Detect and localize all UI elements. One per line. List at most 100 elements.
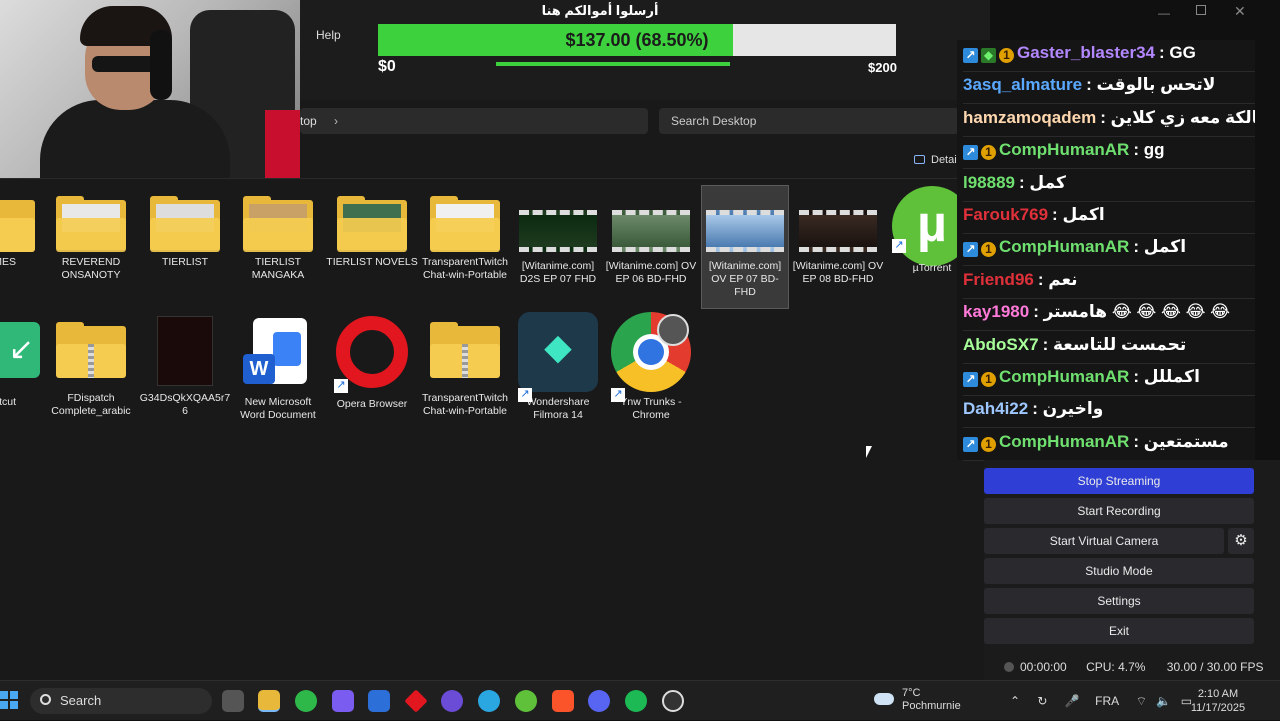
- chat-separator: :: [1158, 43, 1170, 62]
- desktop-item[interactable]: MES: [0, 196, 46, 269]
- donation-progress-bar: $137.00 (68.50%): [378, 24, 896, 56]
- video-file-icon: [519, 210, 597, 252]
- chat-username[interactable]: CompHumanAR: [999, 367, 1129, 386]
- chevron-right-icon[interactable]: ›: [334, 114, 338, 128]
- desktop-item[interactable]: G34DsQkXQAA5r76: [139, 316, 231, 418]
- taskbar-search[interactable]: Search: [30, 688, 212, 714]
- chat-username[interactable]: AbdoSX7: [963, 335, 1039, 354]
- taskbar: Search 7°C Pochmurnie ⌃ ↻ 🎤 FRA ⌔ 🔈 ▭ 2:…: [0, 680, 1280, 720]
- app-icon-red[interactable]: [404, 689, 428, 713]
- chat-username[interactable]: Dah4i22: [963, 399, 1028, 418]
- desktop-item[interactable]: TIERLIST MANGAKA: [232, 196, 324, 282]
- filmora-icon: ◆: [518, 312, 598, 392]
- chat-username[interactable]: hamzamoqadem: [963, 108, 1096, 127]
- chat-text: مستمتعين: [1143, 431, 1229, 451]
- windows-start-icon[interactable]: [0, 691, 18, 709]
- prime-badge-icon: ↗: [963, 48, 978, 63]
- donation-sub-bar: [496, 62, 730, 66]
- close-icon[interactable]: ✕: [1234, 3, 1246, 20]
- gear-icon[interactable]: ⚙: [1228, 528, 1254, 554]
- prime-badge-icon: ↗: [963, 372, 978, 387]
- webcam-overlay: [0, 0, 300, 178]
- store-icon[interactable]: [368, 690, 390, 712]
- minimize-icon[interactable]: —: [1158, 6, 1170, 20]
- obs-icon[interactable]: [662, 690, 684, 712]
- desktop-item[interactable]: ↗ Ynw Trunks - Chrome: [605, 312, 697, 422]
- chat-username[interactable]: Friend96: [963, 270, 1034, 289]
- status-time: 00:00:00: [1020, 660, 1067, 674]
- desktop-item[interactable]: [Witanime.com] OV EP 06 BD-FHD: [605, 196, 697, 286]
- prime-badge-icon: ↗: [963, 436, 978, 452]
- sub-badge-icon: 1: [981, 436, 996, 452]
- folder-icon: [430, 196, 500, 252]
- chat-username[interactable]: CompHumanAR: [999, 140, 1129, 159]
- taskbar-clock[interactable]: 2:10 AM 11/17/2025: [1190, 687, 1246, 715]
- chat-username[interactable]: CompHumanAR: [999, 432, 1129, 451]
- video-file-icon: [706, 210, 784, 252]
- sync-icon[interactable]: ↻: [1037, 694, 1047, 708]
- cloud-icon: [874, 693, 894, 705]
- desktop-item[interactable]: ↙ oads - tcut: [0, 322, 46, 409]
- microphone-icon[interactable]: 🎤: [1065, 694, 1080, 708]
- wifi-icon[interactable]: ⌔: [1136, 694, 1147, 708]
- chat-username[interactable]: l98889: [963, 173, 1015, 192]
- desktop-item[interactable]: ◆ ↗ Wondershare Filmora 14: [512, 312, 604, 422]
- volume-icon[interactable]: 🔈: [1156, 694, 1171, 708]
- start-virtual-camera-button[interactable]: Start Virtual Camera: [984, 528, 1224, 554]
- breadcrumb-desktop[interactable]: top: [300, 114, 317, 128]
- prime-badge-icon: ↗: [963, 145, 978, 161]
- spotify-icon[interactable]: [625, 690, 647, 712]
- weather-widget[interactable]: 7°C Pochmurnie: [874, 687, 961, 713]
- chat-username[interactable]: CompHumanAR: [999, 237, 1129, 256]
- desktop-item[interactable]: REVEREND ONSANOTY: [45, 196, 137, 282]
- chat-message: 3asq_almature: لاتحس بالوقت: [963, 72, 1255, 105]
- folder-icon: [337, 196, 407, 252]
- chat-separator: :: [1133, 140, 1144, 160]
- chat-text: هامستر 😂 😂 😂 😂 😂: [1043, 302, 1231, 322]
- zip-folder-icon: [430, 322, 500, 378]
- utorrent-taskbar-icon[interactable]: [515, 690, 537, 712]
- maximize-icon[interactable]: [1196, 5, 1206, 15]
- mouse-cursor: [866, 446, 872, 458]
- chat-username[interactable]: 3asq_almature: [963, 75, 1082, 94]
- chat-username[interactable]: Farouk769: [963, 205, 1048, 224]
- search-desktop-input[interactable]: Search Desktop: [659, 108, 959, 134]
- brave-icon[interactable]: [552, 690, 574, 712]
- video-file-icon: [799, 210, 877, 252]
- copilot-icon[interactable]: [332, 690, 354, 712]
- chat-username[interactable]: Gaster_blaster34: [1017, 43, 1155, 62]
- desktop-item-selected[interactable]: [Witanime.com] OV EP 07 BD-FHD: [701, 185, 789, 309]
- discord-icon[interactable]: [588, 690, 610, 712]
- stop-streaming-button[interactable]: Stop Streaming: [984, 468, 1254, 494]
- shortcut-arrow-icon: ↗: [611, 388, 625, 402]
- settings-button[interactable]: Settings: [984, 588, 1254, 614]
- xbox-icon[interactable]: [295, 690, 317, 712]
- sub-badge-icon: 1: [999, 48, 1014, 63]
- chat-separator: :: [1032, 399, 1043, 419]
- chat-app-icon[interactable]: [441, 690, 463, 712]
- address-bar[interactable]: top ›: [300, 108, 648, 134]
- desktop-item[interactable]: [Witanime.com] D2S EP 07 FHD: [512, 196, 604, 286]
- folder-icon: [150, 196, 220, 252]
- language-indicator[interactable]: FRA: [1095, 694, 1118, 708]
- desktop-item[interactable]: [Witanime.com] OV EP 08 BD-FHD: [792, 196, 884, 286]
- file-explorer-icon[interactable]: [258, 690, 280, 712]
- desktop-item[interactable]: TIERLIST NOVELS: [326, 196, 418, 269]
- desktop-item[interactable]: TransparentTwitchChat-win-Portable: [419, 196, 511, 282]
- chat-text: اكمللل: [1143, 367, 1200, 386]
- chat-username[interactable]: kay1980: [963, 302, 1029, 321]
- chat-message: Dah4i22: واخيرن: [963, 396, 1255, 429]
- chat-text: سالكة معه زي كلاين: [1110, 107, 1255, 127]
- chevron-up-icon[interactable]: ⌃: [1010, 694, 1020, 708]
- exit-button[interactable]: Exit: [984, 618, 1254, 644]
- desktop-item[interactable]: TIERLIST: [139, 196, 231, 269]
- desktop-item[interactable]: FDispatch Complete_arabic: [45, 322, 137, 418]
- desktop-item[interactable]: TransparentTwitchChat-win-Portable: [419, 322, 511, 418]
- start-recording-button[interactable]: Start Recording: [984, 498, 1254, 524]
- task-view-icon[interactable]: [222, 690, 244, 712]
- browser-icon[interactable]: [478, 690, 500, 712]
- desktop-item[interactable]: ↗ Opera Browser: [326, 316, 418, 411]
- studio-mode-button[interactable]: Studio Mode: [984, 558, 1254, 584]
- desktop-item[interactable]: W New Microsoft Word Document: [232, 316, 324, 422]
- donation-amount: $137.00 (68.50%): [565, 30, 709, 50]
